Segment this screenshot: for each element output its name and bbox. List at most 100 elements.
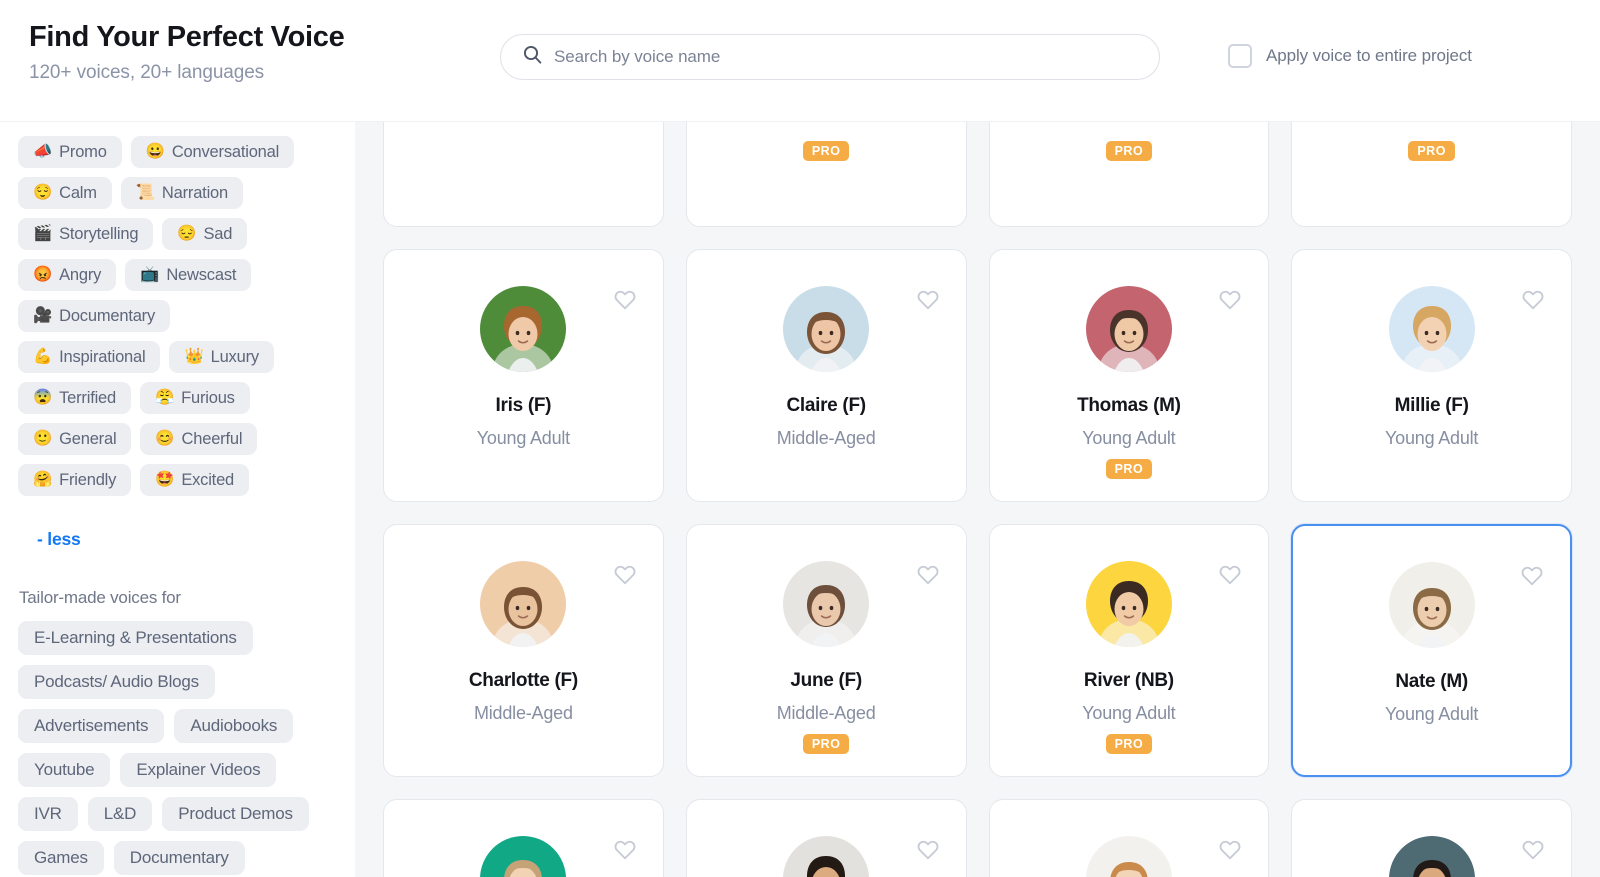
style-chip-inspirational[interactable]: 💪 Inspirational bbox=[18, 341, 161, 373]
favorite-heart-icon[interactable] bbox=[1520, 564, 1544, 588]
voice-card[interactable]: Millie (F) Young Adult bbox=[1291, 249, 1572, 502]
style-chip-general[interactable]: 🙂 General bbox=[18, 423, 132, 455]
style-chip-calm[interactable]: 😌 Calm bbox=[18, 177, 112, 209]
voice-card[interactable]: Charlotte (F) Middle-Aged bbox=[383, 524, 664, 777]
favorite-heart-icon[interactable] bbox=[613, 563, 637, 587]
pro-badge: PRO bbox=[1105, 734, 1153, 754]
favorite-heart-icon[interactable] bbox=[916, 838, 940, 862]
use-case-row: Advertisements Audiobooks bbox=[18, 709, 355, 743]
voice-grid-panel[interactable]: PRO PRO PRO Iris (F) Young Adult Claire … bbox=[355, 122, 1600, 877]
voice-card[interactable]: Claire (F) Middle-Aged bbox=[685, 249, 967, 502]
chip-label: Calm bbox=[59, 183, 97, 202]
style-chip-cheerful[interactable]: 😊 Cheerful bbox=[140, 423, 258, 455]
chip-emoji-icon: 📺 bbox=[140, 266, 160, 284]
chip-label: Newscast bbox=[166, 265, 237, 284]
style-chip-promo[interactable]: 📣 Promo bbox=[18, 136, 122, 168]
voice-age-label: Middle-Aged bbox=[776, 428, 876, 448]
avatar bbox=[1085, 286, 1172, 372]
use-case-chip-youtube[interactable]: Youtube bbox=[18, 753, 111, 787]
use-case-chip-audiobooks[interactable]: Audiobooks bbox=[174, 709, 294, 743]
chip-label: Storytelling bbox=[59, 224, 139, 243]
style-chip-excited[interactable]: 🤩 Excited bbox=[140, 464, 250, 496]
avatar bbox=[1388, 562, 1475, 648]
chip-emoji-icon: 🙂 bbox=[33, 430, 53, 448]
style-chip-friendly[interactable]: 🤗 Friendly bbox=[18, 464, 132, 496]
voice-card[interactable]: Clara (F)Middle-Aged bbox=[383, 799, 664, 877]
chip-label: Cheerful bbox=[181, 429, 243, 448]
use-case-chip-advertisements[interactable]: Advertisements bbox=[18, 709, 165, 743]
voice-card-partial[interactable]: PRO bbox=[1291, 122, 1572, 227]
pro-badge: PRO bbox=[1105, 459, 1153, 479]
chip-label: Sad bbox=[203, 224, 233, 243]
search-input[interactable] bbox=[554, 35, 1137, 79]
use-case-chips: E-Learning & Presentations Podcasts/ Audi… bbox=[18, 621, 355, 875]
use-case-chip-ivr[interactable]: IVR bbox=[18, 797, 78, 831]
apply-to-project-row[interactable]: Apply voice to entire project bbox=[1228, 44, 1472, 68]
voice-card[interactable]: Thomas (M) Young Adult PRO bbox=[988, 249, 1270, 502]
style-chip-conversational[interactable]: 😀 Conversational bbox=[130, 136, 295, 168]
style-chip-documentary[interactable]: 🎥 Documentary bbox=[18, 300, 171, 332]
chip-emoji-icon: 😔 bbox=[177, 225, 197, 243]
chip-label: General bbox=[59, 429, 117, 448]
voice-card[interactable]: Grace (F)Kid bbox=[988, 799, 1270, 877]
use-case-chip-games[interactable]: Games bbox=[18, 841, 104, 875]
favorite-heart-icon[interactable] bbox=[1218, 563, 1242, 587]
pro-badge: PRO bbox=[802, 141, 850, 161]
use-case-chip-podcasts-audio-blogs[interactable]: Podcasts/ Audio Blogs bbox=[18, 665, 215, 699]
chip-emoji-icon: 😤 bbox=[155, 389, 175, 407]
use-case-row: Youtube Explainer Videos bbox=[18, 753, 355, 787]
chip-label: Furious bbox=[181, 388, 235, 407]
chip-label: Promo bbox=[59, 142, 107, 161]
search-icon bbox=[523, 45, 542, 69]
voice-card[interactable]: Iris (F) Young Adult bbox=[383, 249, 664, 502]
voice-card[interactable]: Nate (M) Young Adult bbox=[1291, 524, 1572, 777]
favorite-heart-icon[interactable] bbox=[1521, 838, 1545, 862]
use-case-chip-l-d[interactable]: L&D bbox=[87, 797, 153, 831]
style-chip-newscast[interactable]: 📺 Newscast bbox=[125, 259, 252, 291]
style-chip-storytelling[interactable]: 🎬 Storytelling bbox=[18, 218, 154, 250]
voice-name: Millie (F) bbox=[1394, 395, 1469, 416]
voice-card[interactable]: River (NB) Young Adult PRO bbox=[988, 524, 1270, 777]
style-chip-furious[interactable]: 😤 Furious bbox=[140, 382, 250, 414]
style-chip-terrified[interactable]: 😨 Terrified bbox=[18, 382, 131, 414]
style-chip-angry[interactable]: 😡 Angry bbox=[18, 259, 117, 291]
chip-emoji-icon: 🎥 bbox=[33, 307, 53, 325]
style-chip-sad[interactable]: 😔 Sad bbox=[162, 218, 248, 250]
favorite-heart-icon[interactable] bbox=[916, 288, 940, 312]
use-case-chip-explainer-videos[interactable]: Explainer Videos bbox=[120, 753, 277, 787]
chip-emoji-icon: 🤩 bbox=[155, 471, 175, 489]
voice-picker-app: Find Your Perfect Voice 120+ voices, 20+… bbox=[0, 0, 1600, 877]
search-bar[interactable] bbox=[500, 34, 1160, 80]
voice-name: Nate (M) bbox=[1395, 671, 1468, 692]
chip-emoji-icon: 💪 bbox=[33, 348, 53, 366]
show-less-link[interactable]: - less bbox=[37, 529, 81, 550]
voice-name: River (NB) bbox=[1083, 670, 1174, 691]
favorite-heart-icon[interactable] bbox=[613, 838, 637, 862]
voice-card-partial[interactable]: PRO bbox=[988, 122, 1270, 227]
favorite-heart-icon[interactable] bbox=[916, 563, 940, 587]
use-case-chip-e-learning-presentations[interactable]: E-Learning & Presentations bbox=[18, 621, 253, 655]
voice-card[interactable]: Evander (M)Middle-Aged bbox=[685, 799, 967, 877]
voice-card[interactable]: June (F) Middle-Aged PRO bbox=[685, 524, 967, 777]
use-case-chip-product-demos[interactable]: Product Demos bbox=[162, 797, 309, 831]
style-chip-narration[interactable]: 📜 Narration bbox=[120, 177, 243, 209]
chip-emoji-icon: 😀 bbox=[145, 143, 165, 161]
voice-age-label: Young Adult bbox=[1385, 428, 1479, 448]
filters-sidebar[interactable]: 📣 Promo 😀 Conversational 😌 Calm 📜 Narration 🎬 Sto… bbox=[0, 122, 355, 877]
chip-emoji-icon: 🎬 bbox=[33, 225, 53, 243]
apply-voice-checkbox[interactable] bbox=[1228, 44, 1252, 68]
use-case-chip-documentary[interactable]: Documentary bbox=[113, 841, 245, 875]
chip-emoji-icon: 📣 bbox=[33, 143, 53, 161]
voice-card-partial[interactable]: PRO bbox=[685, 122, 967, 227]
favorite-heart-icon[interactable] bbox=[1218, 288, 1242, 312]
avatar bbox=[783, 286, 870, 372]
voice-card[interactable]: Josie (F)Middle-Aged bbox=[1291, 799, 1572, 877]
favorite-heart-icon[interactable] bbox=[1521, 288, 1545, 312]
favorite-heart-icon[interactable] bbox=[1218, 838, 1242, 862]
voice-card-partial[interactable] bbox=[383, 122, 664, 227]
favorite-heart-icon[interactable] bbox=[613, 288, 637, 312]
avatar bbox=[480, 836, 567, 877]
style-chip-luxury[interactable]: 👑 Luxury bbox=[169, 341, 274, 373]
chip-label: Conversational bbox=[171, 142, 280, 161]
use-case-row: Games Documentary bbox=[18, 841, 355, 875]
